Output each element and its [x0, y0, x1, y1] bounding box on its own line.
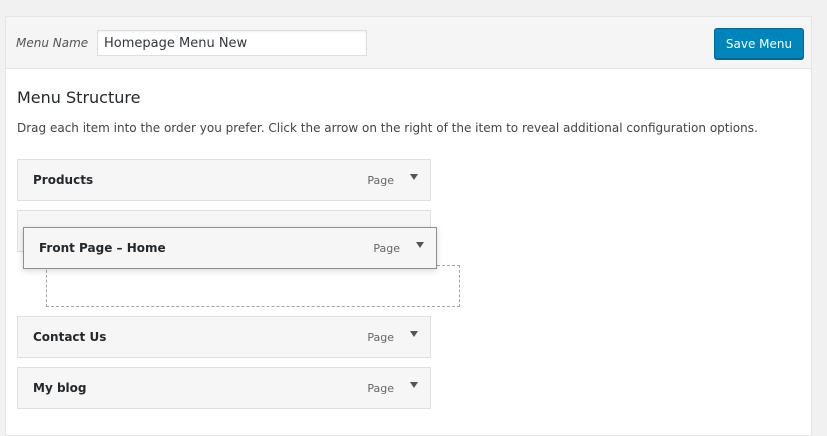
- menu-item-type: Page: [367, 331, 394, 344]
- menu-item-title: My blog: [33, 381, 87, 395]
- expand-arrow-icon[interactable]: [416, 242, 424, 248]
- drop-placeholder: [46, 265, 460, 307]
- menu-item-type: Page: [373, 242, 400, 255]
- menu-name-input[interactable]: [97, 30, 367, 56]
- menu-item-type: Page: [367, 174, 394, 187]
- menu-item-type: Page: [367, 382, 394, 395]
- menu-item-my-blog[interactable]: My blog Page: [17, 367, 431, 409]
- menu-item-title: Products: [33, 173, 94, 187]
- menu-edit-panel: Menu Name Save Menu Menu Structure Drag …: [5, 16, 812, 436]
- menu-item-products[interactable]: Products Page: [17, 159, 431, 201]
- expand-arrow-icon[interactable]: [410, 382, 418, 388]
- menu-item-title: Contact Us: [33, 330, 107, 344]
- menu-header: Menu Name Save Menu: [6, 17, 811, 69]
- expand-arrow-icon[interactable]: [410, 174, 418, 180]
- expand-arrow-icon[interactable]: [410, 331, 418, 337]
- menu-structure-title: Menu Structure: [17, 88, 141, 107]
- save-menu-button[interactable]: Save Menu: [714, 28, 804, 59]
- menu-structure-instructions: Drag each item into the order you prefer…: [17, 121, 758, 135]
- menu-item-front-page-home[interactable]: Front Page – Home Page: [23, 227, 437, 269]
- menu-name-label: Menu Name: [16, 36, 89, 50]
- menu-item-contact-us[interactable]: Contact Us Page: [17, 316, 431, 358]
- menu-item-title: Front Page – Home: [39, 241, 166, 255]
